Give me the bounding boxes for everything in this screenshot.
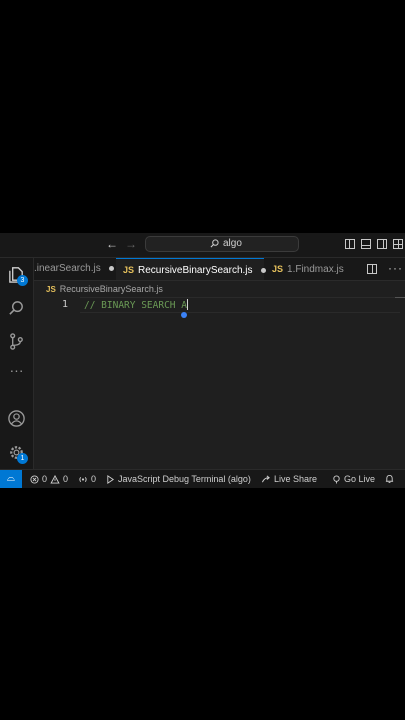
problems-indicator[interactable]: 0 0: [30, 470, 68, 488]
vscode-window: ← → algo 3 ··· 1 .inearSearch.js JS Recu…: [0, 233, 405, 488]
back-arrow-icon[interactable]: ←: [106, 237, 118, 251]
cursor-indicator-icon: [181, 312, 187, 318]
remote-indicator-icon[interactable]: ⌓: [0, 470, 22, 488]
notifications-bell-icon[interactable]: [385, 470, 394, 488]
minimap[interactable]: [395, 297, 405, 298]
editor-tab-bar: .inearSearch.js JS RecursiveBinarySearch.…: [34, 258, 405, 281]
split-editor-icon[interactable]: [367, 264, 377, 274]
warning-icon: [50, 474, 60, 484]
breadcrumb-file: RecursiveBinarySearch.js: [59, 284, 163, 294]
tab-label: .inearSearch.js: [34, 263, 101, 274]
text-cursor: [186, 299, 188, 310]
more-views-icon[interactable]: ···: [7, 361, 26, 380]
go-live-label: Go Live: [344, 474, 376, 484]
javascript-file-icon: JS: [272, 264, 284, 274]
error-count: 0: [42, 474, 48, 484]
explorer-badge: 3: [17, 275, 28, 286]
search-icon[interactable]: [7, 299, 26, 318]
forward-arrow-icon[interactable]: →: [125, 237, 137, 251]
tab-label: RecursiveBinarySearch.js: [138, 265, 253, 276]
debug-icon: [107, 474, 115, 484]
warning-count: 0: [63, 474, 69, 484]
search-icon: [210, 239, 219, 248]
more-actions-icon[interactable]: ···: [388, 261, 403, 275]
broadcast-icon: [79, 476, 87, 482]
tab-label: 1.Findmax.js: [287, 264, 344, 275]
account-icon[interactable]: [7, 409, 26, 428]
tab-findmax[interactable]: JS 1.Findmax.js: [272, 258, 344, 280]
line-number: 1: [61, 299, 68, 310]
breadcrumb[interactable]: JS RecursiveBinarySearch.js: [46, 284, 163, 294]
unsaved-dot-icon: [108, 265, 114, 271]
live-share-label: Live Share: [274, 474, 318, 484]
error-icon: [30, 474, 39, 484]
command-center-label: algo: [223, 238, 242, 249]
debug-terminal-status[interactable]: JavaScript Debug Terminal (algo): [106, 470, 251, 488]
tab-linear-search[interactable]: .inearSearch.js: [34, 258, 114, 280]
toggle-panel-icon[interactable]: [361, 239, 371, 249]
tab-recursive-binary-search[interactable]: JS RecursiveBinarySearch.js: [116, 258, 266, 280]
command-center-search[interactable]: algo: [145, 236, 299, 252]
toggle-secondary-sidebar-icon[interactable]: [377, 239, 387, 249]
live-share-button[interactable]: Live Share: [261, 470, 317, 488]
toggle-primary-sidebar-icon[interactable]: [345, 239, 355, 249]
ports-indicator[interactable]: 0: [78, 470, 96, 488]
live-share-icon: [261, 475, 270, 482]
unsaved-dot-icon[interactable]: [260, 267, 266, 273]
customize-layout-icon[interactable]: [393, 239, 403, 249]
layout-controls: [345, 239, 403, 249]
go-live-button[interactable]: Go Live: [332, 470, 375, 488]
code-comment: // BINARY SEARCH A: [84, 300, 187, 311]
activity-bar: 3 ··· 1: [0, 258, 34, 469]
code-line[interactable]: // BINARY SEARCH A: [84, 299, 188, 311]
source-control-icon[interactable]: [7, 332, 26, 351]
antenna-icon: [333, 474, 340, 484]
javascript-file-icon: JS: [46, 285, 56, 294]
title-bar: ← → algo: [0, 233, 405, 258]
javascript-file-icon: JS: [123, 265, 135, 275]
ports-count: 0: [91, 474, 97, 484]
debug-terminal-label: JavaScript Debug Terminal (algo): [118, 474, 251, 484]
status-bar: ⌓ 0 0 0 JavaScript Debug Terminal (algo)…: [0, 469, 405, 488]
settings-badge: 1: [17, 453, 28, 464]
